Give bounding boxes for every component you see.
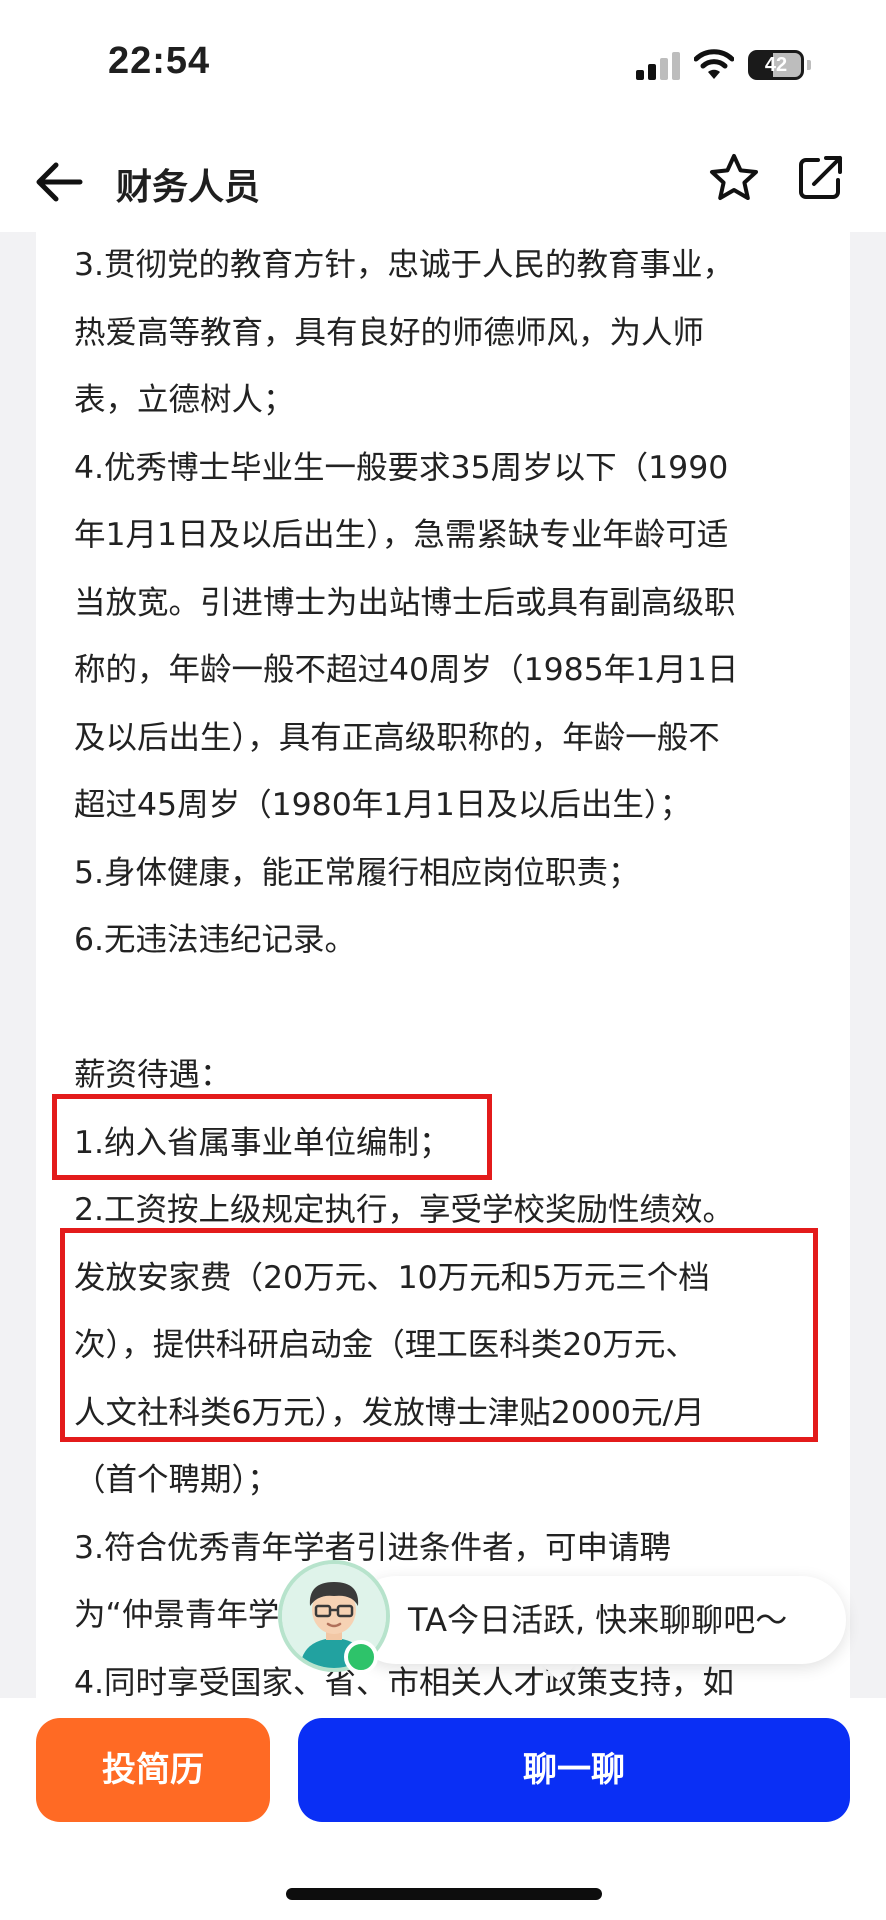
wifi-icon — [694, 49, 734, 79]
text-line: 6.无违法违纪记录。 — [74, 922, 357, 958]
text-line: 超过45周岁（1980年1月1日及以后出生）； — [74, 787, 692, 823]
nav-bar: 财务人员 — [0, 130, 886, 232]
cellular-signal-icon — [636, 52, 682, 80]
highlight-box-benefits — [60, 1228, 818, 1442]
online-status-dot — [344, 1640, 378, 1674]
status-bar: 22:54 42 — [0, 0, 886, 130]
text-line: 年1月1日及以后出生），急需紧缺专业年龄可适 — [74, 517, 729, 553]
highlight-box-establishment — [52, 1094, 492, 1180]
text-line: 及以后出生），具有正高级职称的，年龄一般不 — [74, 719, 720, 756]
text-line: 5.身体健康，能正常履行相应岗位职责； — [74, 854, 640, 891]
chat-prompt-text: TA今日活跃, 快来聊聊吧～ — [408, 1601, 788, 1639]
text-line: 表，立德树人； — [74, 382, 295, 418]
battery-level: 42 — [764, 54, 788, 76]
arrow-left-icon[interactable] — [34, 160, 84, 204]
text-line: （首个聘期）； — [74, 1462, 279, 1498]
text-line: 4.优秀博士毕业生一般要求35周岁以下（1990 — [74, 449, 729, 486]
text-line: 3.符合优秀青年学者引进条件者，可申请聘 — [74, 1529, 672, 1566]
battery-tip — [807, 60, 811, 70]
text-line: 当放宽。引进博士为出站博士后或具有副高级职 — [74, 584, 736, 621]
job-description-text: 3.贯彻党的教育方针，忠诚于人民的教育事业， 热爱高等教育，具有良好的师德师风，… — [74, 232, 850, 1702]
home-indicator[interactable] — [286, 1888, 602, 1900]
page-title: 财务人员 — [116, 167, 261, 208]
battery-icon: 42 — [748, 50, 804, 80]
share-icon[interactable] — [796, 154, 844, 202]
job-description-card: 3.贯彻党的教育方针，忠诚于人民的教育事业， 热爱高等教育，具有良好的师德师风，… — [36, 232, 850, 1702]
text-line: 3.贯彻党的教育方针，忠诚于人民的教育事业， — [74, 247, 735, 283]
star-icon[interactable] — [708, 152, 760, 204]
status-time: 22:54 — [108, 40, 211, 82]
text-line: 热爱高等教育，具有良好的师德师风，为人师 — [74, 314, 705, 351]
bottom-action-bar: 投简历 聊一聊 — [0, 1698, 886, 1920]
chat-button[interactable]: 聊一聊 — [298, 1718, 850, 1822]
text-line: 称的，年龄一般不超过40周岁（1985年1月1日 — [74, 652, 739, 688]
chat-prompt-bubble[interactable]: TA今日活跃, 快来聊聊吧～ — [352, 1576, 846, 1664]
submit-resume-button[interactable]: 投简历 — [36, 1718, 270, 1822]
